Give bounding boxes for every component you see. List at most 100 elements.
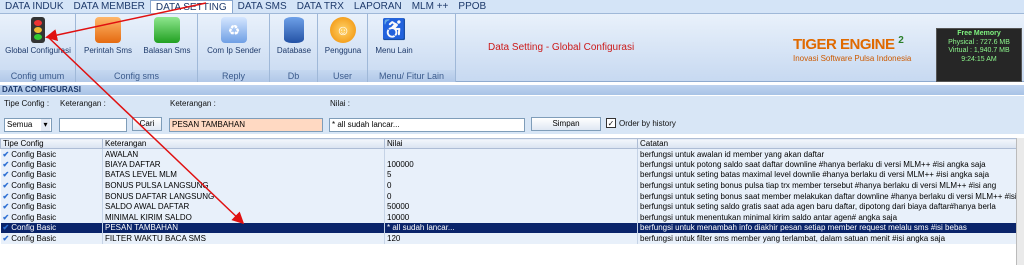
- table-cell: BONUS DAFTAR LANGSUNG: [102, 190, 385, 202]
- pengguna-button[interactable]: ☺ Pengguna: [320, 17, 366, 55]
- message-icon: [95, 17, 121, 43]
- table-row[interactable]: ✔ Config Basic FILTER WAKTU BACA SMS 120 ber…: [0, 233, 1017, 244]
- group-label-reply: Reply: [198, 70, 269, 82]
- chevron-down-icon: ▾: [41, 119, 50, 131]
- com-ip-sender-button[interactable]: ♻ Com Ip Sender: [200, 17, 268, 55]
- tipe-config-label: Tipe Config :: [4, 99, 50, 108]
- menu-data-sms[interactable]: DATA SMS: [233, 0, 292, 13]
- table-row[interactable]: ✔ Config Basic PESAN TAMBAHAN * all sudah l…: [0, 222, 1017, 234]
- config-table: Tipe Config Keterangan Nilai Catatan ✔ Co…: [0, 138, 1017, 244]
- column-header[interactable]: Nilai: [384, 138, 638, 149]
- recycle-icon: ♻: [221, 17, 247, 43]
- menu-lain-button[interactable]: ♿ Menu Lain: [370, 17, 418, 55]
- check-icon: ✔: [2, 181, 10, 191]
- table-row[interactable]: ✔ Config Basic BONUS PULSA LANGSUNG 0 berfun…: [0, 180, 1017, 191]
- table-cell: ✔ Config Basic: [0, 169, 103, 181]
- table-cell: FILTER WAKTU BACA SMS: [102, 233, 385, 244]
- checkbox-icon: ✓: [606, 118, 616, 128]
- order-by-history-checkbox[interactable]: ✓ Order by history: [606, 118, 676, 128]
- group-label-user: User: [318, 70, 367, 82]
- nilai-label: Nilai :: [330, 99, 351, 108]
- table-cell: 100000: [384, 159, 638, 170]
- table-cell: PESAN TAMBAHAN: [102, 222, 385, 234]
- group-label-config-umum: Config umum: [0, 70, 75, 82]
- table-cell: berfungsi untuk potong saldo saat daftar…: [637, 159, 1017, 170]
- table-cell: 0: [384, 190, 638, 202]
- table-cell: berfungsi untuk seting bonus saat member…: [637, 190, 1017, 202]
- menu-laporan[interactable]: LAPORAN: [349, 0, 407, 13]
- menu-data-setting[interactable]: DATA SETTING: [149, 0, 233, 13]
- table-cell: berfungsi untuk seting bonus pulsa tiap …: [637, 180, 1017, 191]
- table-cell: ✔ Config Basic: [0, 180, 103, 191]
- perintah-sms-button[interactable]: Perintah Sms: [80, 17, 136, 55]
- table-cell: ✔ Config Basic: [0, 190, 103, 202]
- wheelchair-icon: ♿: [381, 19, 407, 41]
- panel-title: DATA CONFIGURASI: [0, 85, 1024, 95]
- tipe-config-select[interactable]: Semua ▾: [4, 118, 52, 132]
- column-header[interactable]: Tipe Config: [0, 138, 103, 149]
- column-header[interactable]: Keterangan: [102, 138, 385, 149]
- table-cell: berfungsi untuk seting batas maximal lev…: [637, 169, 1017, 181]
- filter-form: Tipe Config : Semua ▾ Keterangan : Cari …: [0, 96, 1024, 134]
- table-row[interactable]: ✔ Config Basic MINIMAL KIRIM SALDO 10000 ber…: [0, 212, 1017, 223]
- column-header[interactable]: Catatan: [637, 138, 1017, 149]
- menu-data-trx[interactable]: DATA TRX: [292, 0, 349, 13]
- menu-ppob[interactable]: PPOB: [453, 0, 491, 13]
- check-icon: ✔: [2, 159, 10, 169]
- menu-data-member[interactable]: DATA MEMBER: [69, 0, 150, 13]
- keterangan-edit-label: Keterangan :: [170, 99, 216, 108]
- table-cell: 50000: [384, 201, 638, 213]
- keterangan-edit-input[interactable]: PESAN TAMBAHAN: [169, 118, 323, 132]
- nilai-input[interactable]: * all sudah lancar...: [329, 118, 525, 132]
- table-cell: ✔ Config Basic: [0, 233, 103, 244]
- table-cell: berfungsi untuk seting saldo gratis saat…: [637, 201, 1017, 213]
- logo-tagline: Inovasi Software Pulsa Indonesia: [793, 54, 912, 63]
- balasan-sms-button[interactable]: Balasan Sms: [138, 17, 196, 55]
- table-cell: 0: [384, 180, 638, 191]
- check-icon: ✔: [2, 149, 10, 159]
- table-cell: [384, 148, 638, 160]
- table-row[interactable]: ✔ Config Basic SALDO AWAL DAFTAR 50000 berfu…: [0, 201, 1017, 213]
- group-label-config-sms: Config sms: [76, 70, 197, 82]
- table-cell: berfungsi untuk menambah info diakhir pe…: [637, 222, 1017, 234]
- group-menu-lain: ♿ Menu Lain Menu/ Fitur Lain: [368, 14, 456, 82]
- global-configurasi-button[interactable]: Global Configurasi: [2, 17, 74, 55]
- simpan-button[interactable]: Simpan: [531, 117, 601, 131]
- group-reply: ♻ Com Ip Sender Reply: [198, 14, 270, 82]
- table-cell: ✔ Config Basic: [0, 148, 103, 160]
- table-cell: SALDO AWAL DAFTAR: [102, 201, 385, 213]
- table-cell: berfungsi untuk filter sms member yang t…: [637, 233, 1017, 244]
- smiley-icon: ☺: [330, 17, 356, 43]
- group-label-menu-lain: Menu/ Fitur Lain: [368, 70, 455, 82]
- group-config-umum: Global Configurasi Config umum: [0, 14, 76, 82]
- table-row[interactable]: ✔ Config Basic BIAYA DAFTAR 100000 berfungsi…: [0, 159, 1017, 170]
- group-db: Database Db: [270, 14, 318, 82]
- vertical-scrollbar[interactable]: [1016, 138, 1024, 265]
- group-label-db: Db: [270, 70, 317, 82]
- memory-monitor: Free Memory Physical : 727.6 MB Virtual …: [936, 28, 1022, 82]
- table-row[interactable]: ✔ Config Basic BATAS LEVEL MLM 5 berfungsi u…: [0, 169, 1017, 181]
- table-row[interactable]: ✔ Config Basic BONUS DAFTAR LANGSUNG 0 berfu…: [0, 190, 1017, 202]
- table-cell: berfungsi untuk menentukan minimal kirim…: [637, 212, 1017, 223]
- table-cell: ✔ Config Basic: [0, 201, 103, 213]
- keterangan-filter-input[interactable]: [59, 118, 127, 132]
- table-cell: * all sudah lancar...: [384, 222, 638, 234]
- page-title: Data Setting - Global Configurasi: [488, 42, 635, 53]
- group-config-sms: Perintah Sms Balasan Sms Config sms: [76, 14, 198, 82]
- main-menu-bar: DATA INDUK DATA MEMBER DATA SETTING DATA…: [0, 0, 1024, 14]
- group-user: ☺ Pengguna User: [318, 14, 368, 82]
- database-button[interactable]: Database: [272, 17, 316, 55]
- menu-data-induk[interactable]: DATA INDUK: [0, 0, 69, 13]
- ribbon: Global Configurasi Config umum Perintah …: [0, 14, 1024, 82]
- table-cell: 5: [384, 169, 638, 181]
- table-cell: 120: [384, 233, 638, 244]
- reply-icon: [154, 17, 180, 43]
- table-row[interactable]: ✔ Config Basic AWALAN berfungsi untuk awala…: [0, 148, 1017, 160]
- table-cell: ✔ Config Basic: [0, 212, 103, 223]
- logo-brand: TIGER ENGINE 2: [793, 35, 904, 53]
- table-cell: ✔ Config Basic: [0, 222, 103, 234]
- cari-button[interactable]: Cari: [132, 117, 162, 131]
- table-cell: 10000: [384, 212, 638, 223]
- menu-mlm[interactable]: MLM ++: [407, 0, 454, 13]
- check-icon: ✔: [2, 170, 10, 180]
